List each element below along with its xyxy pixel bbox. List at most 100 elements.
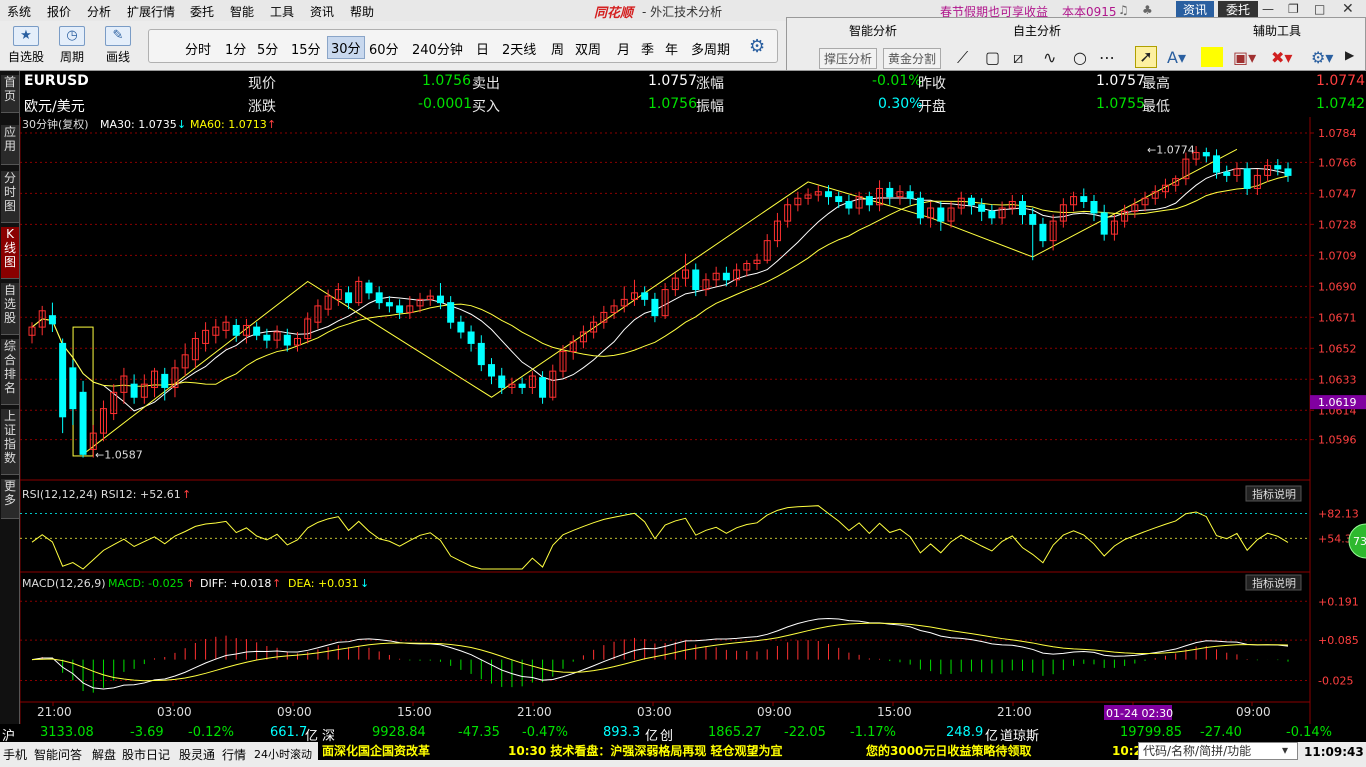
- candle-body: [539, 377, 547, 398]
- period-30min[interactable]: 30分: [327, 36, 365, 59]
- period-5min[interactable]: 5分: [257, 39, 278, 58]
- menu-analysis[interactable]: 分析: [87, 3, 111, 20]
- max-price-label: ←1.0774: [1147, 143, 1195, 156]
- period-2day[interactable]: 2天线: [502, 39, 536, 58]
- menu-trade[interactable]: 委托: [190, 3, 214, 20]
- ticker-mobile[interactable]: 手机: [3, 746, 27, 763]
- sidebar-watchlist[interactable]: 自选股: [1, 283, 19, 335]
- sidebar-ranking[interactable]: 综合排名: [1, 339, 19, 405]
- news-item-3[interactable]: 您的3000元日收益策略待领取: [866, 742, 1032, 760]
- wave-tool-icon[interactable]: ∿: [1043, 48, 1056, 67]
- ticker-diary[interactable]: 股市日记: [122, 746, 170, 763]
- cy-value[interactable]: 1865.27: [708, 725, 762, 740]
- ticker-analysis[interactable]: 解盘: [92, 746, 116, 763]
- period-multi[interactable]: 多周期: [691, 39, 730, 58]
- gear-icon[interactable]: ⚙: [749, 36, 765, 57]
- period-2week[interactable]: 双周: [575, 39, 601, 58]
- search-dropdown-icon[interactable]: ▾: [1282, 743, 1288, 757]
- candle-body: [69, 367, 77, 410]
- delete-icon[interactable]: ✖▾: [1271, 48, 1292, 67]
- menu-quote[interactable]: 报价: [47, 3, 71, 20]
- candle-body: [436, 295, 444, 304]
- candle-body: [886, 187, 894, 198]
- period-240min[interactable]: 240分钟: [412, 39, 463, 58]
- line-tool-icon[interactable]: ⟋: [957, 48, 968, 68]
- search-input[interactable]: 代码/名称/简拼/功能: [1138, 742, 1298, 760]
- sidebar-shindex[interactable]: 上证指数: [1, 409, 19, 475]
- kline-chart[interactable]: 1.0784 1.0766 1.0747 1.0728 1.0709 1.0690 1.06…: [20, 117, 1366, 724]
- close-icon[interactable]: ✕: [1342, 1, 1354, 17]
- rsi-tick-label: +82.13: [1318, 507, 1359, 520]
- sz-change: -47.35: [458, 725, 500, 740]
- sidebar-apps[interactable]: 应用: [1, 125, 19, 165]
- period-intraday[interactable]: 分时: [185, 39, 211, 58]
- period-month[interactable]: 月: [617, 39, 630, 58]
- price-tick-label: 1.0784: [1318, 127, 1357, 140]
- period-year[interactable]: 年: [665, 39, 678, 58]
- watchlist-button[interactable]: ★ 自选股: [6, 23, 46, 69]
- dj-value[interactable]: 19799.85: [1120, 725, 1182, 740]
- candle-body: [722, 272, 730, 281]
- style-icon[interactable]: ▣▾: [1233, 48, 1256, 67]
- period-15min[interactable]: 15分: [291, 39, 321, 58]
- candle-body: [1213, 155, 1221, 173]
- cursor-icon[interactable]: ➚: [1135, 46, 1157, 68]
- candle-body: [1274, 165, 1282, 170]
- candle-body: [477, 342, 485, 366]
- menu-extended[interactable]: 扩展行情: [127, 3, 175, 20]
- sidebar-intraday[interactable]: 分时图: [1, 171, 19, 223]
- maximize-icon[interactable]: □: [1314, 2, 1325, 16]
- sidebar-home[interactable]: 首页: [1, 75, 19, 113]
- candle-body: [916, 197, 924, 219]
- channel-tool-icon[interactable]: ⧄: [1013, 48, 1023, 68]
- price-tick-label: 1.0671: [1318, 311, 1357, 324]
- price-tick-label: 1.0596: [1318, 434, 1357, 447]
- ticker-stocklink[interactable]: 股灵通: [179, 746, 215, 763]
- ticker-qa[interactable]: 智能问答: [34, 746, 82, 763]
- period-button[interactable]: ◷ 周期: [52, 23, 92, 69]
- rect-tool-icon[interactable]: ▢: [985, 48, 1000, 67]
- text-tool-icon[interactable]: A▾: [1167, 48, 1186, 67]
- bell-icon[interactable]: ♫: [1118, 3, 1129, 17]
- news-item-1[interactable]: 面深化国企国资改革: [322, 742, 431, 760]
- sh-change: -3.69: [130, 725, 164, 740]
- price-tick-label: 1.0690: [1318, 280, 1357, 293]
- support-resistance-button[interactable]: 撑压分析: [819, 48, 878, 69]
- aux-tools-header: 辅助工具: [1253, 24, 1302, 38]
- draw-button[interactable]: ✎ 画线: [98, 23, 138, 69]
- menu-tools[interactable]: 工具: [270, 3, 294, 20]
- news-item-2[interactable]: 10:30 技术看盘：沪强深弱格局再现 轻仓观望为宜: [508, 742, 783, 760]
- restore-icon[interactable]: ❐: [1288, 2, 1299, 16]
- cy-pct: -1.17%: [850, 725, 896, 740]
- menu-help[interactable]: 帮助: [350, 3, 374, 20]
- ticker-24h[interactable]: 24小时滚动: [254, 746, 312, 762]
- period-week[interactable]: 周: [551, 39, 564, 58]
- dj-pct: -0.14%: [1286, 725, 1332, 740]
- change-value: -0.0001: [418, 96, 473, 112]
- candle-body: [457, 321, 465, 333]
- menu-news[interactable]: 资讯: [310, 3, 334, 20]
- circle-tool-icon[interactable]: ○: [1073, 48, 1087, 67]
- sidebar-more[interactable]: 更多: [1, 479, 19, 519]
- menu-system[interactable]: 系统: [7, 3, 31, 20]
- color-swatch[interactable]: [1201, 47, 1223, 67]
- ticker-market[interactable]: 行情: [222, 746, 246, 763]
- sidebar-kline[interactable]: K线图: [1, 227, 19, 279]
- macd-tick-label: +0.191: [1318, 595, 1359, 608]
- menu-smart[interactable]: 智能: [230, 3, 254, 20]
- settings-icon[interactable]: ⚙▾: [1311, 48, 1333, 67]
- shirt-icon[interactable]: ♣: [1142, 3, 1153, 17]
- period-day[interactable]: 日: [476, 39, 489, 58]
- minimize-icon[interactable]: —: [1262, 2, 1274, 16]
- period-quarter[interactable]: 季: [641, 39, 654, 58]
- rsi-help-label: 指标说明: [1252, 487, 1296, 501]
- sz-value[interactable]: 9928.84: [372, 725, 426, 740]
- period-60min[interactable]: 60分: [369, 39, 399, 58]
- more-tools-icon[interactable]: ⋯: [1099, 48, 1115, 67]
- scroll-right-icon[interactable]: ▶: [1345, 48, 1354, 62]
- period-1min[interactable]: 1分: [225, 39, 246, 58]
- sh-value[interactable]: 3133.08: [40, 725, 94, 740]
- cy-amount: 248.9: [946, 725, 984, 740]
- golden-section-button[interactable]: 黄金分割: [883, 48, 942, 69]
- candle-body: [345, 292, 353, 304]
